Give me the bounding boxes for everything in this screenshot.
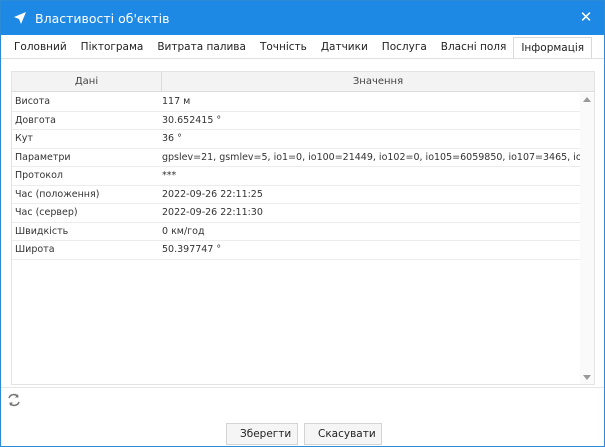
row-value: 36 ° [162,133,182,144]
tab-accuracy[interactable]: Точність [253,37,314,59]
navigation-arrow-icon [14,12,26,24]
table-row[interactable]: Висота 117 м [12,93,580,112]
row-key: Висота [15,96,51,107]
tab-sensors[interactable]: Датчики [314,37,375,59]
row-key: Широта [15,244,55,255]
footer-divider [1,387,604,388]
row-key: Кут [15,133,33,144]
row-value: gpslev=21, gsmlev=5, io1=0, io100=21449,… [162,151,580,163]
tab-icon[interactable]: Піктограма [74,37,151,59]
grid-rows: Висота 117 м Довгота 30.652415 ° Кут 36 … [12,93,580,260]
vertical-scrollbar[interactable] [580,93,594,384]
table-row[interactable]: Широта 50.397747 ° [12,241,580,260]
table-row[interactable]: Довгота 30.652415 ° [12,112,580,130]
tab-fuel-consumption[interactable]: Витрата палива [150,37,253,59]
row-key: Швидкість [15,225,69,237]
scroll-up-arrow-icon[interactable] [583,97,591,102]
column-header-value[interactable]: Значення [162,72,594,92]
row-value: 50.397747 ° [162,244,222,255]
cancel-button[interactable]: Скасувати [304,423,382,445]
table-row[interactable]: Швидкість 0 км/год [12,223,580,241]
tab-custom-fields[interactable]: Власні поля [434,37,514,59]
row-value: *** [162,170,177,181]
refresh-icon[interactable] [7,393,21,407]
save-button[interactable]: Зберегти [226,423,298,445]
table-row[interactable]: Кут 36 ° [12,130,580,149]
grid-header: Дані Значення [12,72,594,92]
row-value: 2022-09-26 22:11:30 [162,207,263,218]
window-title: Властивості об'єктів [35,10,170,26]
row-key: Параметри [15,151,71,163]
object-properties-dialog: Властивості об'єктів ✕ Головний Піктогра… [0,0,605,447]
row-key: Час (сервер) [15,207,78,218]
table-row[interactable]: Параметри gpslev=21, gsmlev=5, io1=0, io… [12,149,580,167]
cancel-button-label: Скасувати [318,428,376,440]
table-row[interactable]: Протокол *** [12,167,580,186]
row-value: 2022-09-26 22:11:25 [162,188,263,200]
tab-bar: Головний Піктограма Витрата палива Точні… [7,37,593,59]
row-key: Довгота [15,114,56,126]
table-row[interactable]: Час (положення) 2022-09-26 22:11:25 [12,186,580,204]
row-value: 0 км/год [162,225,205,237]
row-value: 30.652415 ° [162,114,222,126]
scroll-down-arrow-icon[interactable] [583,375,591,380]
tab-main[interactable]: Головний [7,37,74,59]
row-value: 117 м [162,96,191,107]
save-button-label: Зберегти [240,428,292,440]
tab-information[interactable]: Інформація [513,37,593,59]
tab-divider [1,58,604,59]
info-grid: Дані Значення Висота 117 м Довгота 30.65… [11,71,595,385]
row-key: Протокол [15,170,63,181]
table-row[interactable]: Час (сервер) 2022-09-26 22:11:30 [12,204,580,223]
tab-service[interactable]: Послуга [375,37,434,59]
close-icon[interactable]: ✕ [578,9,594,25]
column-header-data[interactable]: Дані [12,72,162,92]
row-key: Час (положення) [15,188,100,200]
titlebar: Властивості об'єктів ✕ [1,1,604,35]
